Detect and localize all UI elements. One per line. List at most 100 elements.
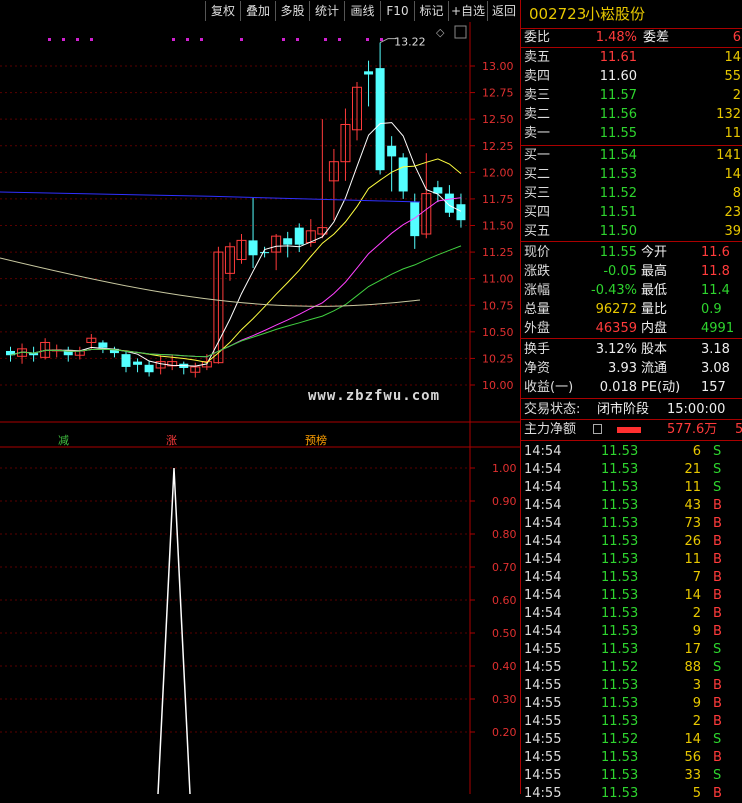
tick-time: 14:55 xyxy=(524,786,562,801)
tick-price: 11.53 xyxy=(601,714,639,729)
candle-body xyxy=(121,354,131,367)
quote-row: 涨幅 -0.43% 最低 11.4 xyxy=(521,281,742,300)
tick-time: 14:54 xyxy=(524,516,562,531)
ask-price: 11.60 xyxy=(599,69,637,84)
signal-dot xyxy=(296,38,299,41)
weicha-label: 委差 xyxy=(643,30,670,45)
ask-row[interactable]: 卖五 11.61 14 xyxy=(521,48,742,67)
toolbar-button-5[interactable]: F10 xyxy=(380,1,414,21)
candle-body xyxy=(294,227,304,245)
tick-time: 14:54 xyxy=(524,534,562,549)
toolbar-button-3[interactable]: 统计 xyxy=(309,1,344,21)
toolbar-button-4[interactable]: 画线 xyxy=(344,1,380,21)
quote-label: 换手 xyxy=(524,342,551,357)
ma-long-gray xyxy=(0,257,421,307)
candle-body xyxy=(260,252,270,254)
tick-time: 14:54 xyxy=(524,588,562,603)
signal-dot xyxy=(200,38,203,41)
quote-label-2: 今开 xyxy=(641,245,668,260)
bid-volume: 141 xyxy=(716,148,741,163)
trade-status-label: 交易状态: xyxy=(524,402,581,417)
quote-label-2: 最低 xyxy=(641,283,668,298)
tick-time: 14:54 xyxy=(524,462,562,477)
quote-value: 3.12% xyxy=(595,342,637,357)
signal-marker-2: 预榜 xyxy=(305,433,327,447)
tick-price: 11.53 xyxy=(601,624,639,639)
tick-row: 14:54 11.53 73 B xyxy=(521,515,742,533)
quote-value: 0.018 xyxy=(599,380,637,395)
menu-icon[interactable] xyxy=(593,424,602,434)
price-tick-label: 11.00 xyxy=(482,273,514,286)
quote-label: 收益(一) xyxy=(524,380,574,395)
tick-side: B xyxy=(713,714,722,729)
quote-label: 净资 xyxy=(524,361,551,376)
quote-label-2: 流通 xyxy=(641,361,668,376)
ask-row[interactable]: 卖四 11.60 55 xyxy=(521,67,742,86)
tick-price: 11.53 xyxy=(601,534,639,549)
toolbar-button-6[interactable]: 标记 xyxy=(414,1,448,21)
signal-dot xyxy=(324,38,327,41)
tick-price: 11.53 xyxy=(601,588,639,603)
tick-price: 11.53 xyxy=(601,678,639,693)
ask-row[interactable]: 卖三 11.57 2 xyxy=(521,86,742,105)
signal-dot xyxy=(76,38,79,41)
tick-volume: 9 xyxy=(692,624,701,639)
price-tick-label: 10.00 xyxy=(482,379,514,392)
tick-row: 14:54 11.53 11 S xyxy=(521,479,742,497)
candle-body xyxy=(364,71,374,75)
tick-price: 11.53 xyxy=(601,606,639,621)
kline-chart[interactable]: 13.00 12.75 12.50 12.25 12.00 11.75 11.50 11.25… xyxy=(0,22,520,794)
tick-price: 11.53 xyxy=(601,480,639,495)
quote-value-2: 0.9 xyxy=(701,302,722,317)
ask-row[interactable]: 卖二 11.56 132 xyxy=(521,105,742,124)
quote-label-2: PE(动) xyxy=(641,380,681,395)
ask-row[interactable]: 卖一 11.55 11 xyxy=(521,124,742,143)
weibi-value: 1.48% xyxy=(595,30,637,45)
panel-divider xyxy=(521,440,742,441)
quote-value-2: 4991 xyxy=(701,321,735,336)
bid-row[interactable]: 买四 11.51 23 xyxy=(521,203,742,222)
tick-price: 11.53 xyxy=(601,696,639,711)
toolbar-button-7[interactable]: +自选 xyxy=(448,1,487,21)
ask-volume: 2 xyxy=(732,88,741,103)
tick-time: 14:55 xyxy=(524,678,562,693)
signal-marker-1: 涨 xyxy=(166,434,177,447)
bid-price: 11.51 xyxy=(599,205,637,220)
tick-volume: 6 xyxy=(692,444,701,459)
ma30-line xyxy=(10,245,462,358)
signal-dot xyxy=(380,38,383,41)
quote-value: 3.93 xyxy=(608,361,637,376)
tick-row: 14:54 11.53 11 B xyxy=(521,551,742,569)
tick-side: B xyxy=(713,516,722,531)
ask-label: 卖三 xyxy=(524,88,551,103)
mainflow-bar xyxy=(617,427,641,433)
candle-body xyxy=(456,204,466,221)
signal-dot xyxy=(366,38,369,41)
tick-time: 14:55 xyxy=(524,696,562,711)
tick-price: 11.52 xyxy=(601,732,639,747)
tick-time: 14:54 xyxy=(524,552,562,567)
toolbar-button-1[interactable]: 叠加 xyxy=(240,1,275,21)
quote-value-2: 3.08 xyxy=(701,361,730,376)
chart-toolbar: 复权 叠加 多股 统计 画线 F10 标记 +自选 返回 xyxy=(0,0,520,22)
quote-label: 总量 xyxy=(524,302,551,317)
toolbar-button-2[interactable]: 多股 xyxy=(275,1,309,21)
quote-value: 96272 xyxy=(595,302,637,317)
toolbar-button-0[interactable]: 复权 xyxy=(205,1,240,21)
quote-value-2: 11.8 xyxy=(701,264,730,279)
tick-volume: 14 xyxy=(684,732,701,747)
tick-side: S xyxy=(713,444,722,459)
quote-value-2: 157 xyxy=(701,380,726,395)
ma-long-blue xyxy=(0,191,421,203)
stock-title: 002723 小崧股份 xyxy=(521,0,742,28)
bid-row[interactable]: 买二 11.53 14 xyxy=(521,165,742,184)
toolbar-button-8[interactable]: 返回 xyxy=(487,1,520,21)
quote-row: 收益(一) 0.018 PE(动) 157 xyxy=(521,378,742,397)
bid-row[interactable]: 买三 11.52 8 xyxy=(521,184,742,203)
lower-tick-label: 0.40 xyxy=(492,660,517,673)
price-tick-label: 11.25 xyxy=(482,246,514,259)
tick-volume: 7 xyxy=(692,570,701,585)
trade-status-value: 闭市阶段 xyxy=(597,402,650,417)
bid-row[interactable]: 买一 11.54 141 xyxy=(521,146,742,165)
bid-row[interactable]: 买五 11.50 39 xyxy=(521,222,742,241)
